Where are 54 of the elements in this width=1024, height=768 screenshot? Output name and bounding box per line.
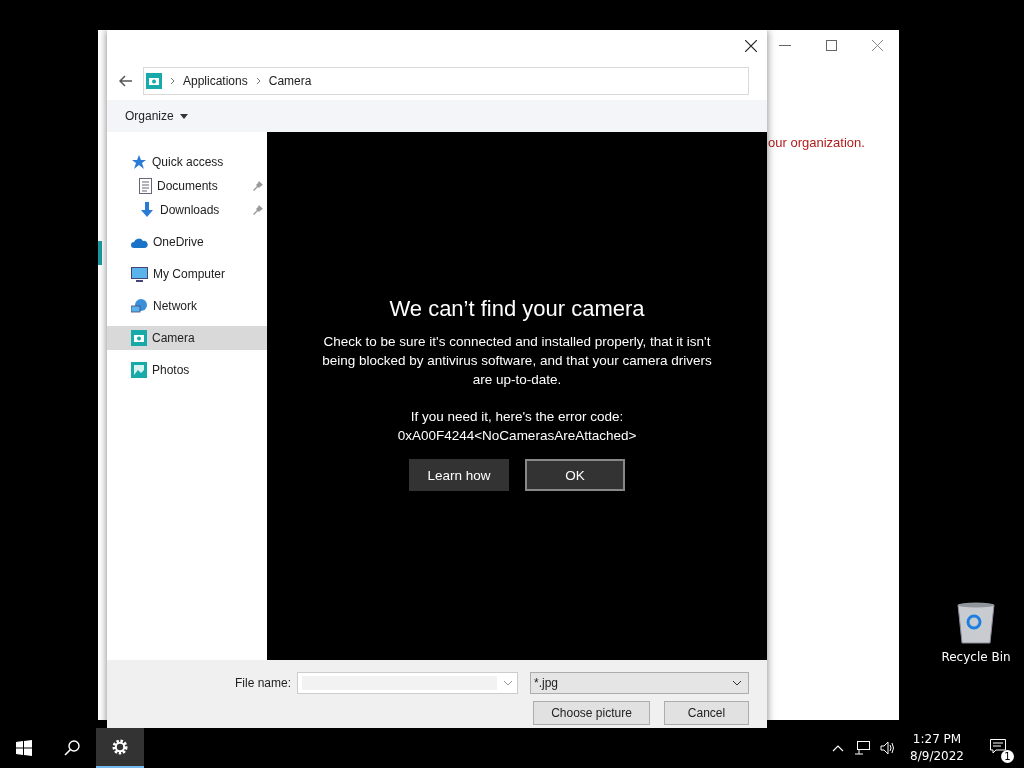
volume-icon[interactable] — [880, 741, 897, 755]
nav-item[interactable]: My Computer — [107, 262, 267, 286]
caret-icon — [179, 113, 188, 119]
nav-item[interactable]: OneDrive — [107, 230, 267, 254]
document-icon — [139, 178, 152, 194]
error-message: Check to be sure it's connected and installed properly, that it isn't being blocked by antivirus software, and that your camera drivers are up-to-date. — [321, 333, 713, 389]
chevron-icon — [255, 77, 261, 85]
breadcrumb-item[interactable]: Applications — [183, 74, 248, 88]
clock[interactable]: 1:27 PM 8/9/2022 — [910, 731, 964, 765]
pin-icon[interactable] — [253, 205, 263, 215]
chevron-up-icon[interactable] — [832, 744, 845, 752]
search-icon — [64, 740, 80, 756]
camera-icon — [131, 330, 147, 346]
nav-item[interactable]: Documents — [107, 174, 267, 198]
nav-item[interactable]: Downloads — [107, 198, 267, 222]
error-code: 0xA00F4244<NoCamerasAreAttached> — [397, 427, 637, 445]
file-name-label: File name: — [234, 676, 291, 690]
picture-icon — [131, 362, 147, 378]
close-icon[interactable] — [745, 40, 757, 52]
error-code-label: If you need it, here's the error code: — [410, 408, 624, 426]
chevron-icon — [170, 77, 175, 85]
back-arrow-icon[interactable] — [119, 75, 133, 87]
desktop-icon-label[interactable]: Recycle Bin — [941, 650, 1011, 664]
network-icon — [131, 298, 148, 314]
nav-item[interactable]: Network — [107, 294, 267, 318]
cloud-icon — [131, 236, 148, 248]
dialog-button[interactable]: OK — [525, 459, 625, 491]
nav-item[interactable]: Photos — [107, 358, 267, 382]
address-bar[interactable]: Applications Camera — [143, 67, 749, 95]
settings-icon — [111, 738, 129, 756]
dialog-button[interactable]: Learn how — [409, 459, 509, 491]
taskbar-button[interactable] — [96, 728, 144, 768]
minimize-icon[interactable] — [779, 44, 791, 47]
file-type-dropdown[interactable]: *.jpg — [530, 672, 749, 694]
download-arrow-icon — [139, 202, 155, 218]
star-icon — [131, 154, 147, 170]
organize-menu[interactable]: Organize — [121, 107, 192, 125]
notification-icon[interactable] — [990, 739, 1006, 754]
maximize-icon[interactable] — [826, 40, 837, 51]
network-icon[interactable] — [854, 741, 871, 755]
pin-icon[interactable] — [253, 181, 263, 191]
dialog-button[interactable]: Choose picture — [533, 701, 650, 725]
nav-item[interactable]: Quick access — [107, 150, 267, 174]
error-message: our organization. — [768, 135, 865, 150]
recycle-bin-icon[interactable] — [957, 602, 995, 644]
monitor-icon — [131, 266, 148, 282]
camera-icon — [146, 73, 162, 89]
notification-badge: 1 — [1001, 750, 1014, 763]
error-title: We can’t find your camera — [389, 296, 645, 322]
dialog-button[interactable]: Cancel — [664, 701, 749, 725]
breadcrumb-item[interactable]: Camera — [268, 74, 312, 88]
file-name-field[interactable] — [297, 672, 518, 694]
windows-logo-icon — [16, 740, 32, 756]
nav-item[interactable]: Camera — [107, 326, 267, 350]
